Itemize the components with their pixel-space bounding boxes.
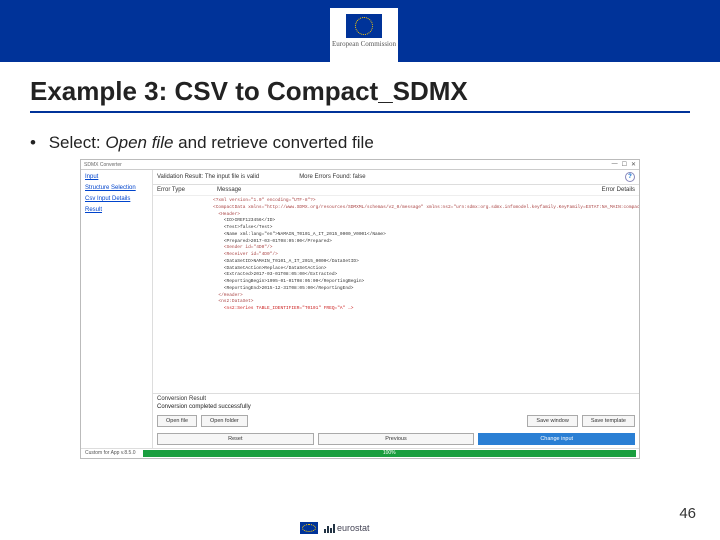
conversion-result-heading: Conversion Result	[157, 396, 635, 402]
xml-line: </Header>	[213, 293, 633, 300]
xml-line: <Prepared>2017-03-01T08:05:00</Prepared>	[213, 239, 633, 246]
ec-logo-label: European Commission	[330, 40, 398, 48]
close-icon[interactable]: ✕	[631, 161, 636, 168]
sidebar-item-csv-details[interactable]: Csv Input Details	[85, 196, 148, 202]
maximize-icon[interactable]: ☐	[622, 161, 627, 168]
app-window: SDMX Converter — ☐ ✕ Input Structure Sel…	[80, 159, 640, 459]
xml-line: <Test>false</Test>	[213, 225, 633, 232]
eurostat-bars-icon	[324, 523, 335, 533]
xml-line: <ReportingBegin>1995-01-01T08:05:00</Rep…	[213, 279, 633, 286]
errors-value: false	[353, 174, 366, 180]
xml-line: <ReportingEnd>2015-12-31T08:05:00</Repor…	[213, 286, 633, 293]
validation-row: Validation Result: The input file is val…	[153, 170, 639, 185]
window-title: SDMX Converter	[84, 162, 122, 168]
page-number: 46	[679, 505, 696, 522]
slide-title: Example 3: CSV to Compact_SDMX	[30, 76, 690, 113]
conversion-result-panel: Conversion Result Conversion completed s…	[153, 393, 639, 412]
xml-line: <ns2:Series TABLE_IDENTIFIER="T0101" FRE…	[213, 306, 633, 313]
xml-line: <DataSetID>NAMAIN_T0101_A_IT_2015_0000</…	[213, 259, 633, 266]
xml-line: <ID>IREF123456</ID>	[213, 218, 633, 225]
previous-button[interactable]: Previous	[318, 433, 475, 445]
bullet-prefix: Select:	[49, 133, 106, 152]
progress-bar: 100%	[143, 450, 637, 457]
minimize-icon[interactable]: —	[612, 161, 618, 168]
wizard-sidebar: Input Structure Selection Csv Input Deta…	[81, 170, 153, 448]
help-icon[interactable]: ?	[625, 172, 635, 182]
xml-line: <CompactData xmlns="http://www.SDMX.org/…	[213, 205, 633, 212]
col-error-details: Error Details	[565, 187, 635, 193]
save-template-button[interactable]: Save template	[582, 415, 635, 427]
reset-button[interactable]: Reset	[157, 433, 314, 445]
window-titlebar: SDMX Converter — ☐ ✕	[81, 160, 639, 170]
file-buttons-row: Open file Open folder Save window Save t…	[153, 412, 639, 430]
col-message: Message	[217, 187, 565, 193]
bullet-dot: •	[30, 133, 36, 152]
save-window-button[interactable]: Save window	[527, 415, 577, 427]
status-left: Custom for App v.8.5.0	[81, 449, 140, 458]
validation-value: The input file is valid	[205, 174, 259, 180]
bullet-rest: and retrieve converted file	[173, 133, 373, 152]
change-input-button[interactable]: Change input	[478, 433, 635, 445]
open-file-button[interactable]: Open file	[157, 415, 197, 427]
status-bar: Custom for App v.8.5.0 100%	[81, 448, 639, 458]
eurostat-label: eurostat	[337, 523, 370, 533]
nav-buttons-row: Reset Previous Change input	[153, 430, 639, 448]
eu-flag-icon	[346, 14, 382, 38]
validation-label: Validation Result:	[157, 174, 203, 180]
sidebar-item-structure[interactable]: Structure Selection	[85, 185, 148, 191]
xml-output-box: <?xml version="1.0" encoding="UTF-8"?> <…	[153, 196, 639, 393]
bullet-italic: Open file	[105, 133, 173, 152]
result-column-headers: Error Type Message Error Details	[153, 185, 639, 196]
sidebar-item-result[interactable]: Result	[85, 207, 148, 213]
slide-bullet: • Select: Open file and retrieve convert…	[30, 133, 720, 153]
errors-label: More Errors Found:	[299, 174, 351, 180]
eurostat-logo: eurostat	[324, 523, 370, 533]
slide-header-bar: European Commission	[0, 0, 720, 62]
xml-line: <Header>	[213, 212, 633, 219]
xml-line: <Receiver id="4D0"/>	[213, 252, 633, 259]
ec-logo: European Commission	[330, 8, 398, 62]
footer-logos: eurostat	[300, 522, 370, 534]
xml-line: <Sender id="4D0"/>	[213, 245, 633, 252]
xml-line: <Name xml:lang="en">NAMAIN_T0101_A_IT_20…	[213, 232, 633, 239]
sidebar-item-input[interactable]: Input	[85, 174, 148, 180]
conversion-result-message: Conversion completed successfully	[157, 404, 635, 410]
open-folder-button[interactable]: Open folder	[201, 415, 248, 427]
xml-line: <?xml version="1.0" encoding="UTF-8"?>	[213, 198, 633, 205]
main-panel: Validation Result: The input file is val…	[153, 170, 639, 448]
xml-line: <Extracted>2017-03-01T08:05:00</Extracte…	[213, 272, 633, 279]
col-error-type: Error Type	[157, 187, 217, 193]
xml-line: <ns2:DataSet>	[213, 299, 633, 306]
eu-flag-small-icon	[300, 522, 318, 534]
